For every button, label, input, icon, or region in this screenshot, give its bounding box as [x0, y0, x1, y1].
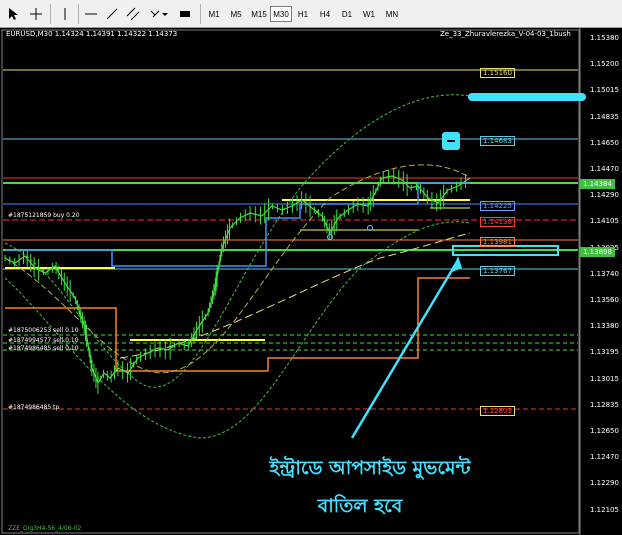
timeframe-m1[interactable]: M1 — [204, 6, 224, 22]
price-axis-tick: 1.14105 — [590, 217, 619, 226]
price-axis-tick: 1.12470 — [590, 453, 619, 462]
crosshair-icon[interactable] — [27, 5, 45, 23]
price-axis-tick: 1.13740 — [590, 269, 619, 278]
price-axis-tick: 1.15200 — [590, 60, 619, 69]
chart-symbol-info: EURUSD,M30 1.14324 1.14391 1.14322 1.143… — [6, 30, 178, 38]
order-label: #1874994577 sell 0.10 — [8, 337, 79, 344]
level-price-label: 1.14384 — [580, 179, 615, 189]
channels-icon[interactable] — [124, 5, 142, 23]
price-axis-tick: 1.14835 — [590, 112, 619, 121]
toolbar-divider — [78, 4, 79, 24]
level-price-label: 1.12803 — [480, 406, 515, 416]
price-axis-tick: 1.12290 — [590, 479, 619, 488]
price-axis-tick: 1.13015 — [590, 374, 619, 383]
timeframe-m30[interactable]: M30 — [270, 6, 292, 22]
indicator-name: Ze_33_Zhuravlerezka_V-04-03_1bush — [440, 30, 571, 38]
toolbar-divider — [200, 4, 201, 24]
order-label: #1875006253 sell 0.10 — [8, 327, 79, 334]
price-axis-tick: 1.14650 — [590, 138, 619, 147]
timeframe-d1[interactable]: D1 — [337, 6, 357, 22]
timeframe-m5[interactable]: M5 — [226, 6, 246, 22]
trendline-icon[interactable] — [103, 5, 121, 23]
candles-group — [4, 168, 467, 394]
price-axis-tick: 1.14290 — [590, 191, 619, 200]
level-price-label: 1.13898 — [580, 247, 615, 257]
timeframe-w1[interactable]: W1 — [359, 6, 379, 22]
cursor-arrow-icon[interactable] — [4, 5, 22, 23]
price-axis-tick: 1.13560 — [590, 296, 619, 304]
vertical-line-icon[interactable] — [56, 5, 74, 23]
annotation-line-2: বাতিল হবে — [317, 495, 403, 517]
horizontal-line-icon[interactable] — [82, 5, 100, 23]
price-axis-tick: 1.13380 — [590, 322, 619, 331]
timeframe-mn[interactable]: MN — [381, 6, 403, 22]
timeframe-m15[interactable]: M15 — [248, 6, 270, 22]
level-price-label: 1.15160 — [480, 68, 515, 78]
order-label: #1874986485 sell 0.10 — [8, 345, 79, 352]
price-axis-tick: 1.12105 — [590, 505, 619, 514]
level-price-label: 1.13767 — [480, 266, 515, 276]
price-axis-tick: 1.14470 — [590, 165, 619, 173]
order-label: #1874986485 tp — [8, 404, 60, 411]
arrow-head — [452, 256, 462, 272]
timeframe-h1[interactable]: H1 — [293, 6, 313, 22]
toolbar-divider — [50, 4, 51, 24]
annotation-arrow — [350, 259, 460, 439]
toolbar: M1 M5 M15 M30 H1 H4 D1 W1 MN — [0, 0, 622, 28]
timeframe-h4[interactable]: H4 — [315, 6, 335, 22]
price-chart[interactable]: EURUSD,M30 1.14324 1.14391 1.14322 1.143… — [0, 28, 622, 535]
order-label: #1875121859 buy 0.20 — [8, 212, 80, 219]
text-tool-icon[interactable] — [176, 5, 194, 23]
shapes-icon[interactable] — [148, 5, 170, 23]
price-axis-tick: 1.12835 — [590, 400, 619, 409]
price-axis-tick: 1.12650 — [590, 427, 619, 435]
level-price-label: 1.14225 — [480, 201, 515, 211]
cyan-marker-bar — [468, 93, 586, 101]
price-axis-tick: 1.15015 — [590, 86, 619, 95]
footer-label: ZZE_Glg3H4-56_4/06-02 — [8, 525, 82, 532]
level-price-label: 1.14683 — [480, 136, 515, 146]
level-price-label: 1.13981 — [480, 237, 515, 247]
blue-step-line — [5, 182, 470, 267]
price-axis-tick: 1.15380 — [590, 34, 619, 42]
level-price-label: 1.14138 — [480, 217, 515, 227]
price-axis-tick: 1.13195 — [590, 348, 619, 357]
annotation-line-1: ইন্ট্রাডে আপসাইড মুভমেন্ট — [269, 457, 471, 479]
